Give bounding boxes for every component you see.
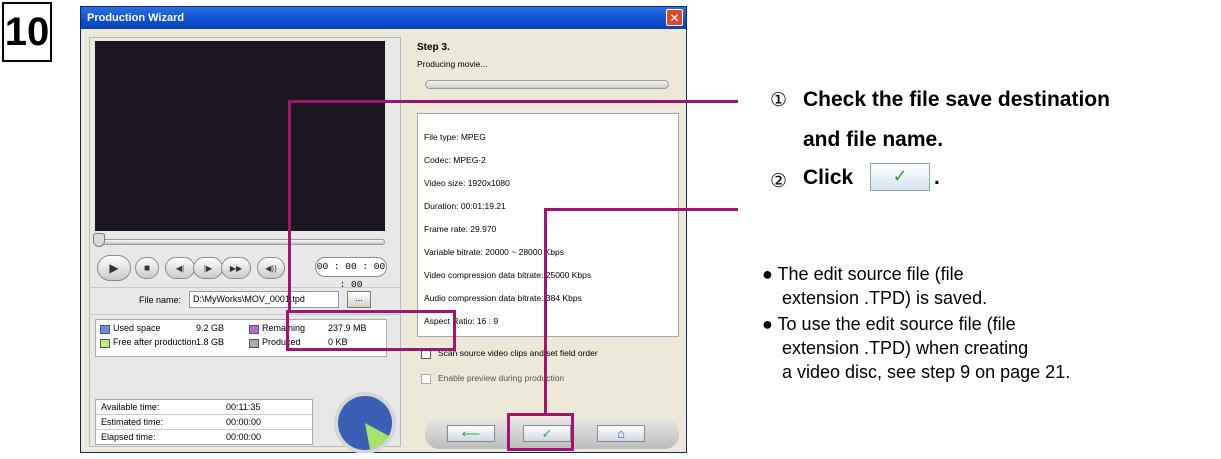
fast-forward-icon: ▶▶ xyxy=(229,264,243,273)
seek-bar[interactable] xyxy=(95,239,385,245)
close-button[interactable]: ✕ xyxy=(666,9,683,26)
info-line: Video compression data bitrate: 25000 Kb… xyxy=(424,270,592,280)
used-space-value: 9.2 GB xyxy=(196,323,225,333)
status-text: Producing movie... xyxy=(417,59,488,69)
window-title: Production Wizard xyxy=(81,7,686,29)
remaining-swatch xyxy=(249,325,259,334)
info-line: File type: MPEG xyxy=(424,132,486,142)
info-line: Variable bitrate: 20000 ~ 28000 Kbps xyxy=(424,247,564,257)
callout-1-vertical-line xyxy=(288,100,291,312)
info-line: Audio compression data bitrate: 384 Kbps xyxy=(424,293,582,303)
previous-frame-icon: ◀| xyxy=(175,264,185,273)
estimated-time-label: Estimated time: xyxy=(101,417,164,427)
used-space-swatch xyxy=(100,325,110,334)
produced-swatch xyxy=(249,339,259,348)
volume-icon: ◀)) xyxy=(265,264,277,273)
browse-button[interactable]: ... xyxy=(347,291,371,308)
elapsed-time-row: Elapsed time: 00:00:00 xyxy=(96,430,312,445)
available-time-row: Available time: 00:11:35 xyxy=(96,400,312,415)
previous-frame-button[interactable]: ◀| xyxy=(165,257,195,279)
callout-1-number: ① xyxy=(770,89,788,111)
time-panel: Available time: 00:11:35 Estimated time:… xyxy=(95,399,313,445)
scan-source-label: Scan source video clips and set field or… xyxy=(438,348,598,358)
play-button[interactable]: ▶ xyxy=(97,255,131,281)
step-number-badge: 10 xyxy=(2,2,52,62)
disk-usage-pie xyxy=(334,392,396,453)
bullet-2-line-2: extension .TPD) when creating xyxy=(782,338,1029,358)
ok-button-sample: ✓ xyxy=(870,163,930,191)
available-time-label: Available time: xyxy=(101,402,160,412)
next-frame-button[interactable]: |▶ xyxy=(193,257,223,279)
checkmark-icon: ✓ xyxy=(892,166,908,186)
stop-button[interactable]: ■ xyxy=(135,257,159,279)
callout-1-line-2: and file name. xyxy=(803,128,944,151)
seek-thumb[interactable] xyxy=(93,233,105,247)
callout-1-line-1: Check the file save destination xyxy=(803,88,1110,111)
estimated-time-value: 00:00:00 xyxy=(226,417,262,427)
free-after-label: Free after production xyxy=(113,337,197,347)
ok-button-highlight xyxy=(507,413,574,451)
info-line: Duration: 00:01:19.21 xyxy=(424,201,506,211)
bullet-2-line-1: ● To use the edit source file (file xyxy=(762,314,1016,334)
volume-button[interactable]: ◀)) xyxy=(257,257,285,279)
file-name-highlight xyxy=(286,310,456,351)
file-name-label: File name: xyxy=(138,295,181,305)
bullet-1-line-2: extension .TPD) is saved. xyxy=(782,288,988,308)
callout-2-period: . xyxy=(934,166,940,189)
video-preview xyxy=(95,41,385,231)
production-progress-bar xyxy=(425,80,669,89)
step-title: Step 3. xyxy=(417,42,450,53)
elapsed-time-label: Elapsed time: xyxy=(101,432,156,442)
home-icon: ⌂ xyxy=(617,426,625,441)
timecode-display: 00 : 00 : 00 : 00 xyxy=(315,257,387,290)
callout-2-number: ② xyxy=(770,170,788,192)
info-line: Codec: MPEG-2 xyxy=(424,155,486,165)
callout-2-vertical-line xyxy=(544,208,547,415)
estimated-time-row: Estimated time: 00:00:00 xyxy=(96,415,312,430)
bullet-1-line-1: ● The edit source file (file xyxy=(762,264,964,284)
callout-2-click-text: Click xyxy=(803,166,854,189)
free-after-value: 1.8 GB xyxy=(196,337,225,347)
free-after-swatch xyxy=(100,339,110,348)
file-name-input[interactable]: D:\MyWorks\MOV_0001.tpd xyxy=(189,291,339,308)
info-line: Video size: 1920x1080 xyxy=(424,178,510,188)
home-button[interactable]: ⌂ xyxy=(597,425,645,442)
fast-forward-button[interactable]: ▶▶ xyxy=(221,257,251,279)
bullet-2-line-3: a video disc, see step 9 on page 21. xyxy=(782,362,1071,382)
play-icon: ▶ xyxy=(109,261,119,275)
next-frame-icon: |▶ xyxy=(203,264,213,273)
available-time-value: 00:11:35 xyxy=(226,402,261,412)
back-arrow-icon: ⟵ xyxy=(461,426,481,441)
movie-info-panel: File type: MPEG Codec: MPEG-2 Video size… xyxy=(417,113,679,337)
used-space-label: Used space xyxy=(113,323,161,333)
callout-1-horizontal-line xyxy=(288,100,738,103)
stop-icon: ■ xyxy=(143,263,151,274)
production-wizard-window: Production Wizard ✕ ▶ ■ ◀| |▶ ▶▶ ◀)) 00 … xyxy=(80,6,687,453)
elapsed-time-value: 00:00:00 xyxy=(226,432,262,442)
back-button[interactable]: ⟵ xyxy=(447,425,495,442)
info-line: Frame rate: 29.970 xyxy=(424,224,497,234)
callout-2-horizontal-line xyxy=(544,208,738,211)
enable-preview-checkbox[interactable] xyxy=(421,374,431,384)
